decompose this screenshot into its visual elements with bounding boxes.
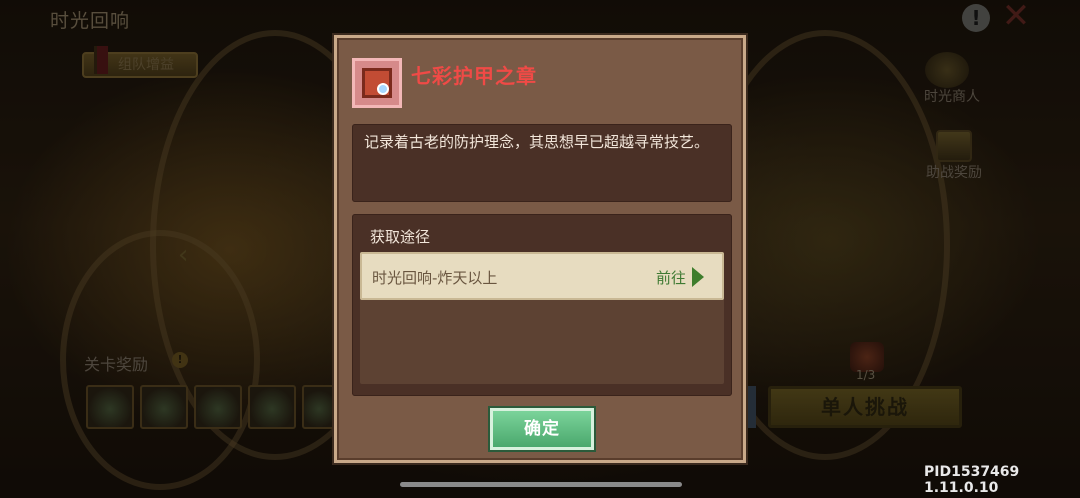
play-arrow-icon[interactable]: [692, 267, 704, 287]
game-screen: 时光回响 ! ✕ 组队增益 ‹ 关卡奖励 ! 时光商人 助战奖励 单人挑战 1/…: [0, 0, 1080, 498]
item-name: 七彩护甲之章: [411, 64, 537, 88]
description-box: 记录着古老的防护理念，其思想早已超越寻常技艺。: [352, 124, 732, 202]
acquisition-panel: 获取途径 时光回响-炸天以上 前往: [352, 214, 732, 396]
item-info-dialog: 七彩护甲之章 记录着古老的防护理念，其思想早已超越寻常技艺。 获取途径 时光回响…: [334, 35, 746, 463]
goto-link[interactable]: 前往: [656, 267, 686, 288]
version-label: PID1537469 1.11.0.10: [924, 464, 1020, 496]
scroll-icon: [362, 68, 392, 98]
item-icon: [352, 58, 402, 108]
gem-icon: [377, 83, 389, 95]
acquisition-row[interactable]: 时光回响-炸天以上 前往: [360, 252, 724, 300]
acquisition-list: 时光回响-炸天以上 前往: [360, 252, 724, 384]
confirm-button[interactable]: 确定: [490, 408, 594, 450]
home-indicator[interactable]: [400, 482, 682, 487]
item-description: 记录着古老的防护理念，其思想早已超越寻常技艺。: [364, 133, 710, 151]
acquisition-title: 获取途径: [370, 228, 431, 246]
acquisition-source-label: 时光回响-炸天以上: [372, 269, 498, 287]
